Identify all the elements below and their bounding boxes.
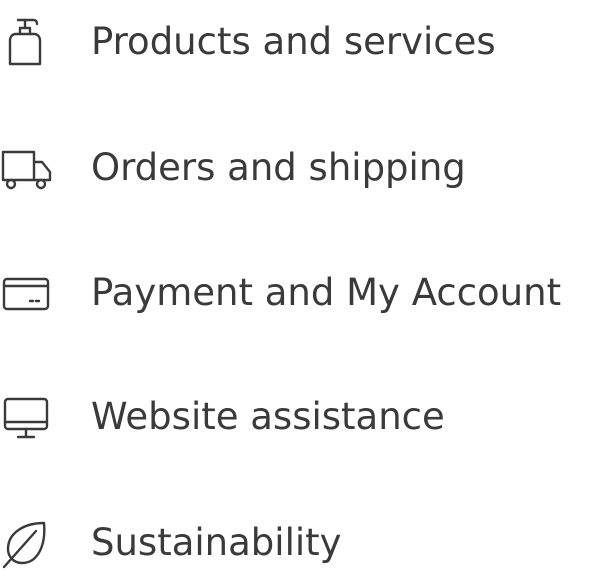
menu-item-products-and-services[interactable]: Products and services [0, 2, 605, 82]
soap-dispenser-icon [0, 16, 52, 68]
leaf-icon [0, 517, 52, 569]
menu-item-sustainability[interactable]: Sustainability [0, 503, 605, 583]
menu-item-label: Orders and shipping [91, 146, 466, 189]
menu-item-label: Website assistance [91, 395, 445, 438]
menu-item-orders-and-shipping[interactable]: Orders and shipping [0, 128, 605, 208]
credit-card-icon [0, 267, 52, 319]
menu-item-website-assistance[interactable]: Website assistance [0, 377, 605, 457]
monitor-icon [0, 391, 52, 443]
delivery-truck-icon [0, 142, 52, 194]
menu-item-payment-and-my-account[interactable]: Payment and My Account [0, 253, 605, 333]
menu-item-label: Payment and My Account [91, 271, 562, 314]
menu-item-label: Products and services [91, 20, 496, 63]
help-topics-menu: Products and services Orders and shippin… [0, 0, 605, 581]
menu-item-label: Sustainability [91, 521, 342, 564]
